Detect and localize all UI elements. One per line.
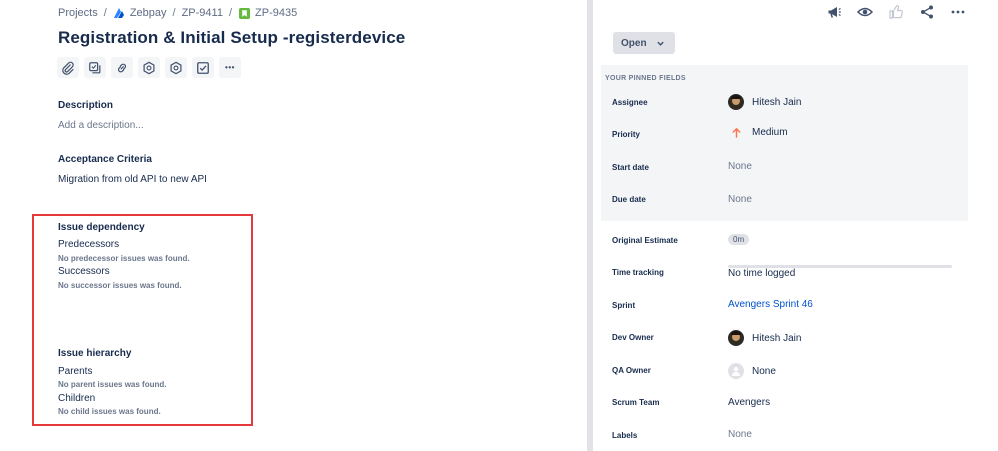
- share-button[interactable]: [917, 2, 937, 22]
- successors-empty-note: No successor issues was found.: [58, 281, 182, 290]
- hexagon-icon: [143, 61, 155, 74]
- due-date-field[interactable]: None: [728, 194, 752, 205]
- predecessors-label: Predecessors: [58, 239, 120, 250]
- priority-label: Priority: [612, 130, 641, 139]
- status-dropdown[interactable]: Open: [613, 32, 675, 54]
- app-button-2[interactable]: [165, 57, 187, 78]
- description-heading: Description: [58, 100, 114, 111]
- issue-details-sidebar: Open YOUR PINNED FIELDS Assignee Hitesh …: [593, 0, 998, 451]
- issue-toolbar: •••: [57, 57, 246, 78]
- add-child-issue-button[interactable]: [84, 57, 106, 78]
- acceptance-criteria-heading: Acceptance Criteria: [58, 154, 152, 165]
- acceptance-criteria-text[interactable]: Migration from old API to new API: [58, 174, 207, 185]
- parents-empty-note: No parent issues was found.: [58, 380, 167, 389]
- chevron-down-icon: [656, 39, 665, 48]
- time-tracking-value: No time logged: [728, 268, 796, 279]
- checkbox-icon: [197, 61, 209, 74]
- project-avatar-icon: [113, 7, 125, 19]
- dev-owner-field[interactable]: Hitesh Jain: [728, 330, 801, 346]
- more-options-button[interactable]: [948, 2, 968, 22]
- breadcrumb-issue-key[interactable]: ZP-9435: [255, 7, 297, 19]
- sprint-label: Sprint: [612, 301, 636, 310]
- breadcrumb-parent-issue[interactable]: ZP-9411: [182, 7, 223, 19]
- assignee-value: Hitesh Jain: [752, 96, 802, 108]
- pinned-fields-panel: [601, 65, 968, 221]
- app-button-1[interactable]: [138, 57, 160, 78]
- priority-field[interactable]: Medium: [728, 127, 788, 138]
- due-date-label: Due date: [612, 195, 646, 204]
- scrum-team-field[interactable]: Avengers: [728, 397, 770, 408]
- description-field[interactable]: Add a description...: [58, 120, 144, 131]
- predecessors-empty-note: No predecessor issues was found.: [58, 254, 190, 263]
- priority-value: Medium: [752, 127, 788, 138]
- qa-owner-field[interactable]: None: [728, 363, 776, 379]
- priority-arrow-up-icon: [728, 127, 744, 138]
- issue-main-panel: Projects / Zebpay / ZP-9411 / ZP-9435 Re…: [0, 0, 587, 451]
- child-issue-icon: [89, 61, 101, 73]
- dev-owner-value: Hitesh Jain: [752, 332, 802, 344]
- thumbs-up-icon: [889, 5, 903, 19]
- vote-button[interactable]: [886, 2, 906, 22]
- breadcrumb: Projects / Zebpay / ZP-9411 / ZP-9435: [58, 6, 297, 20]
- estimate-badge: 0m: [728, 234, 750, 245]
- labels-label: Labels: [612, 431, 638, 440]
- more-actions-button[interactable]: •••: [219, 57, 241, 78]
- eye-icon: [857, 7, 873, 17]
- children-label: Children: [58, 393, 96, 404]
- issue-hierarchy-heading: Issue hierarchy: [58, 348, 132, 359]
- attach-button[interactable]: [57, 57, 79, 78]
- labels-field[interactable]: None: [728, 429, 752, 440]
- story-type-icon: [238, 7, 250, 19]
- breadcrumb-projects[interactable]: Projects: [58, 7, 98, 19]
- dev-owner-label: Dev Owner: [612, 333, 654, 342]
- checklist-button[interactable]: [192, 57, 214, 78]
- more-icon: [951, 10, 965, 14]
- scrum-team-label: Scrum Team: [612, 398, 660, 407]
- start-date-field[interactable]: None: [728, 161, 752, 172]
- assignee-field[interactable]: Hitesh Jain: [728, 94, 801, 110]
- paperclip-icon: [62, 61, 74, 75]
- hexagon-icon: [170, 61, 182, 74]
- link-icon: [118, 63, 126, 72]
- children-empty-note: No child issues was found.: [58, 407, 161, 416]
- avatar: [728, 94, 744, 110]
- qa-owner-value: None: [752, 365, 776, 377]
- original-estimate-label: Original Estimate: [612, 236, 678, 245]
- default-user-icon: [728, 363, 744, 379]
- breadcrumb-separator: /: [228, 7, 233, 19]
- breadcrumb-separator: /: [172, 7, 176, 19]
- pinned-fields-heading: YOUR PINNED FIELDS: [605, 75, 686, 82]
- more-icon: •••: [225, 63, 235, 72]
- watch-button[interactable]: [855, 2, 875, 22]
- feedback-button[interactable]: [824, 2, 844, 22]
- assignee-label: Assignee: [612, 98, 648, 107]
- qa-owner-label: QA Owner: [612, 366, 651, 375]
- issue-header-actions: [813, 2, 968, 22]
- share-icon: [921, 5, 933, 19]
- avatar: [728, 330, 744, 346]
- link-issue-button[interactable]: [111, 57, 133, 78]
- status-label: Open: [621, 37, 647, 49]
- breadcrumb-separator: /: [103, 7, 107, 19]
- start-date-label: Start date: [612, 163, 649, 172]
- breadcrumb-project[interactable]: Zebpay: [130, 7, 167, 19]
- original-estimate-field[interactable]: 0m: [728, 234, 750, 245]
- issue-dependency-heading: Issue dependency: [58, 222, 145, 233]
- time-tracking-label: Time tracking: [612, 268, 664, 277]
- parents-label: Parents: [58, 366, 93, 377]
- megaphone-icon: [828, 7, 841, 18]
- sprint-link[interactable]: Avengers Sprint 46: [728, 299, 813, 310]
- successors-label: Successors: [58, 266, 110, 277]
- issue-title[interactable]: Registration & Initial Setup -registerde…: [58, 28, 405, 48]
